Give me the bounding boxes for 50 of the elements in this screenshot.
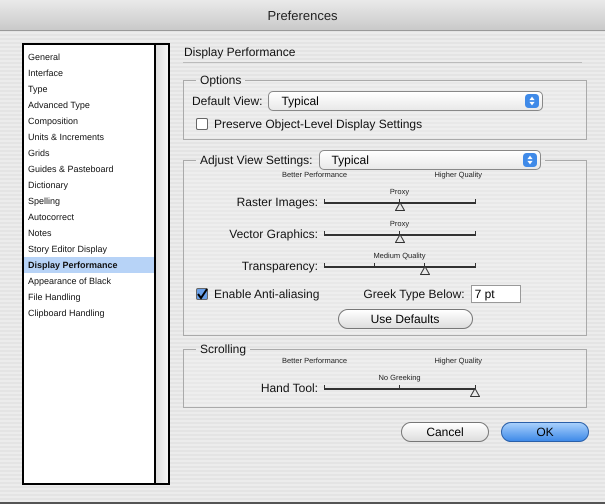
slider-thumb[interactable] bbox=[394, 202, 404, 211]
section-heading: Display Performance bbox=[183, 43, 582, 63]
tick-mark bbox=[474, 199, 476, 204]
group-label: Adjust View Settings: bbox=[200, 153, 313, 167]
category-item[interactable]: Advanced Type bbox=[24, 97, 154, 113]
field-label: Default View: bbox=[192, 94, 262, 108]
view-settings-dropdown[interactable]: Typical bbox=[318, 150, 541, 170]
stepper-icon bbox=[525, 93, 540, 109]
category-item[interactable]: Notes bbox=[24, 225, 154, 241]
checkbox[interactable] bbox=[196, 118, 208, 130]
stepper-icon bbox=[522, 152, 537, 168]
category-item[interactable]: Interface bbox=[24, 65, 154, 81]
checkbox-label: Preserve Object-Level Display Settings bbox=[214, 117, 422, 131]
default-view-dropdown[interactable]: Typical bbox=[268, 91, 544, 111]
slider-label: Vector Graphics: bbox=[228, 227, 319, 243]
category-item[interactable]: File Handling bbox=[24, 289, 154, 305]
category-item[interactable]: Clipboard Handling bbox=[24, 305, 154, 321]
field-label: Greek Type Below: bbox=[363, 287, 465, 301]
category-item[interactable]: Story Editor Display bbox=[24, 241, 154, 257]
category-item[interactable]: Display Performance bbox=[24, 257, 154, 273]
use-defaults-button[interactable]: Use Defaults bbox=[338, 309, 472, 329]
category-item[interactable]: Guides & Pasteboard bbox=[24, 161, 154, 177]
slider-label: Hand Tool: bbox=[260, 381, 319, 397]
slider-thumb[interactable] bbox=[470, 388, 480, 397]
category-item[interactable]: Spelling bbox=[24, 193, 154, 209]
scrollbar-track[interactable] bbox=[156, 45, 168, 483]
category-item[interactable]: Appearance of Black bbox=[24, 273, 154, 289]
slider-thumb[interactable] bbox=[420, 266, 430, 275]
slider-label: Transparency: bbox=[240, 259, 319, 275]
cancel-button[interactable]: Cancel bbox=[401, 422, 489, 442]
tick-mark bbox=[374, 263, 375, 268]
category-item[interactable]: Units & Increments bbox=[24, 129, 154, 145]
checkbox-label: Enable Anti-aliasing bbox=[214, 287, 320, 301]
group-label: Scrolling bbox=[199, 342, 248, 356]
ok-button[interactable]: OK bbox=[501, 422, 589, 442]
category-item[interactable]: Dictionary bbox=[24, 177, 154, 193]
slider-thumb[interactable] bbox=[394, 234, 404, 243]
category-item[interactable]: Grids bbox=[24, 145, 154, 161]
checkbox[interactable] bbox=[196, 288, 208, 300]
tick-mark bbox=[474, 231, 476, 236]
tick-mark bbox=[399, 385, 400, 390]
category-item[interactable]: Autocorrect bbox=[24, 209, 154, 225]
group-label: Options bbox=[199, 73, 242, 87]
window-title: Preferences bbox=[267, 8, 338, 22]
slider-label: Raster Images: bbox=[236, 195, 319, 211]
category-item[interactable]: Type bbox=[24, 81, 154, 97]
category-item[interactable]: General bbox=[24, 49, 154, 65]
tick-mark bbox=[474, 263, 476, 268]
category-item[interactable]: Composition bbox=[24, 113, 154, 129]
greek-type-field[interactable]: 7 pt bbox=[470, 285, 521, 303]
